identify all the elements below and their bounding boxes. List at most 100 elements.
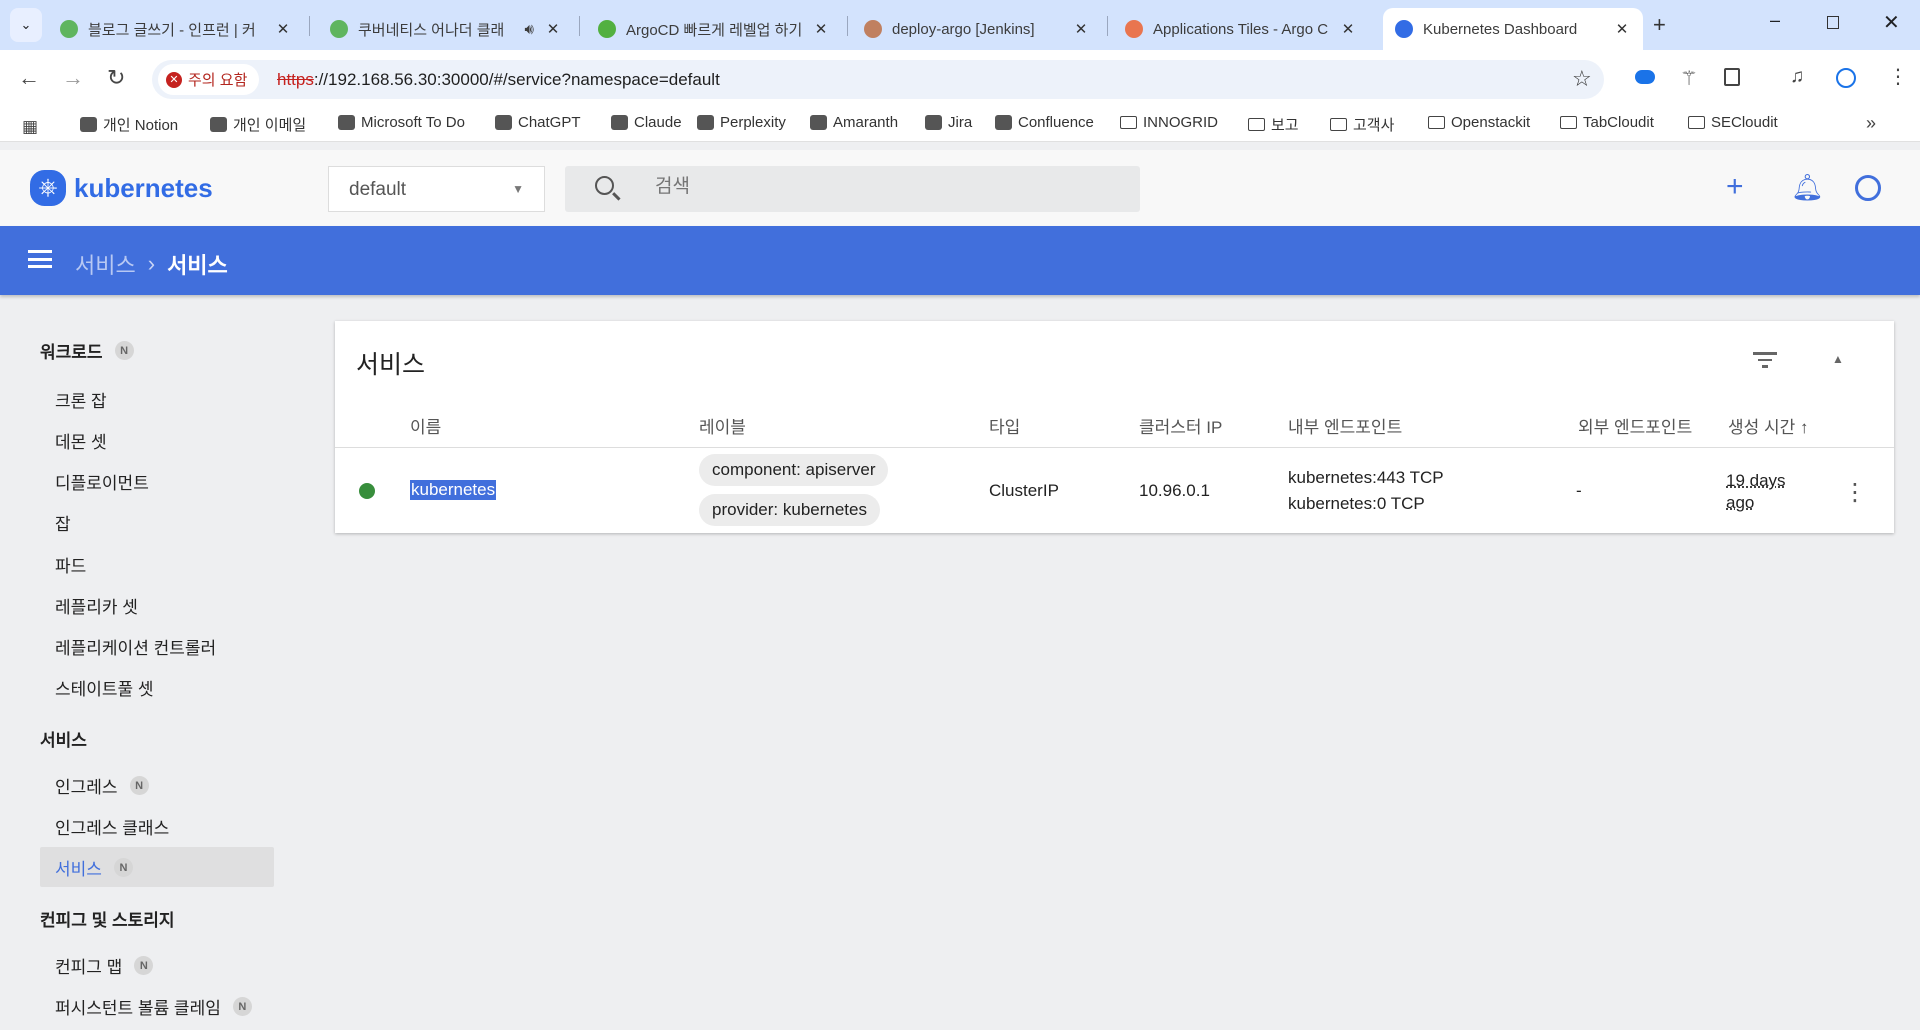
bookmark-item[interactable]: Confluence [995, 114, 1094, 131]
bookmark-star-icon[interactable]: ☆ [1572, 66, 1592, 92]
bookmark-item[interactable]: 고객사 [1330, 114, 1394, 135]
bookmark-item[interactable]: Amaranth [810, 114, 898, 131]
more-bookmarks-icon[interactable]: » [1866, 113, 1876, 134]
sidebar-item-ingressclasses[interactable]: 인그레스 클래스 [55, 814, 169, 839]
close-window-button[interactable]: ✕ [1883, 10, 1900, 35]
external-endpoints: - [1576, 481, 1582, 500]
bookmark-item[interactable]: SECloudit [1688, 114, 1778, 131]
browser-tab[interactable]: ArgoCD 빠르게 레벨업 하기 ✕ [586, 8, 842, 50]
sidebar-item-replicationcontrollers[interactable]: 레플리케이션 컨트롤러 [55, 634, 216, 659]
column-header-labels: 레이블 [699, 418, 746, 437]
folder-icon [1688, 116, 1705, 129]
bookmark-item[interactable]: INNOGRID [1120, 114, 1218, 131]
column-header-created[interactable]: 생성 시간 ↑ [1728, 413, 1809, 438]
inflearn-icon [330, 20, 348, 38]
internal-endpoint: kubernetes:443 TCP [1288, 468, 1444, 487]
close-tab-icon[interactable]: ✕ [1613, 20, 1631, 38]
tab-title: Applications Tiles - Argo CD [1153, 20, 1329, 38]
profile-icon[interactable] [1836, 68, 1856, 88]
item-label: 인그레스 [55, 778, 118, 797]
sidebar-group-config-storage[interactable]: 컨피그 및 스토리지 [40, 906, 175, 931]
sidebar-item-pvcs[interactable]: 퍼시스턴트 볼륨 클레임 N [55, 994, 252, 1019]
search-input[interactable] [655, 176, 1105, 198]
kubernetes-icon [1395, 20, 1413, 38]
sidebar-group-service[interactable]: 서비스 [40, 726, 87, 751]
folder-icon [1248, 118, 1265, 131]
group-title: 컨피그 및 스토리지 [40, 911, 175, 930]
new-badge: N [129, 776, 149, 795]
bookmark-item[interactable]: Claude [611, 114, 682, 131]
tab-title: 블로그 글쓰기 - 인프런 | 커 [88, 21, 256, 39]
close-tab-icon[interactable]: ✕ [274, 20, 292, 38]
tab-title: ArgoCD 빠르게 레벨업 하기 [626, 21, 802, 39]
close-tab-icon[interactable]: ✕ [1072, 20, 1090, 38]
search-box[interactable] [565, 166, 1140, 212]
kubernetes-wheel-icon: ⎈ [30, 170, 66, 206]
breadcrumb-link[interactable]: 서비스 [75, 248, 136, 280]
sidebar-item-pods[interactable]: 파드 [55, 552, 86, 577]
audio-icon[interactable]: 🔊︎ [525, 21, 534, 38]
restore-button[interactable] [1827, 16, 1839, 29]
bookmark-item[interactable]: 개인 Notion [80, 114, 178, 135]
apps-grid-icon[interactable]: ▦ [22, 117, 38, 137]
namespace-select[interactable]: default ▼ [328, 166, 545, 212]
close-tab-icon[interactable]: ✕ [812, 20, 830, 38]
hamburger-menu-icon[interactable] [28, 250, 52, 268]
tab-search-button[interactable]: ⌄ [10, 8, 42, 42]
kubernetes-logo[interactable]: ⎈ kubernetes [30, 170, 213, 206]
close-tab-icon[interactable]: ✕ [1339, 20, 1357, 38]
new-tab-button[interactable]: + [1653, 12, 1666, 38]
tab-separator [847, 16, 848, 36]
browser-tab[interactable]: Kubernetes Dashboard ✕ [1383, 8, 1643, 50]
create-plus-icon[interactable]: + [1726, 170, 1744, 204]
row-actions-menu-icon[interactable]: ⋮ [1843, 478, 1867, 507]
new-badge: N [232, 997, 252, 1016]
cloud-extension-icon[interactable] [1635, 70, 1655, 84]
user-account-icon[interactable] [1855, 175, 1881, 201]
bookmark-item[interactable]: ChatGPT [495, 114, 581, 131]
bookmark-item[interactable]: Perplexity [697, 114, 786, 131]
close-tab-icon[interactable]: ✕ [544, 20, 562, 38]
browser-tab[interactable]: 쿠버네티스 어나더 클래 🔊︎ ✕ [318, 8, 574, 50]
extensions-puzzle-icon[interactable] [1724, 68, 1740, 86]
item-label: 데몬 셋 [55, 433, 107, 452]
extension-icon[interactable]: ⚚ [1680, 66, 1698, 91]
bookmark-label: Claude [634, 114, 682, 131]
sidebar-item-daemonsets[interactable]: 데몬 셋 [55, 428, 107, 453]
sidebar-item-ingresses[interactable]: 인그레스 N [55, 773, 149, 798]
menu-icon[interactable]: ⋮ [1888, 64, 1908, 89]
filter-icon[interactable] [1753, 352, 1777, 368]
created-age: 19 days ago [1726, 471, 1786, 512]
media-control-icon[interactable]: ♫ [1790, 66, 1804, 88]
column-header-name[interactable]: 이름 [410, 413, 441, 438]
sidebar-item-configmaps[interactable]: 컨피그 맵 N [55, 953, 154, 978]
browser-tab[interactable]: Applications Tiles - Argo CD ✕ [1113, 8, 1369, 50]
sidebar-item-deployments[interactable]: 디플로이먼트 [55, 469, 149, 494]
browser-tab[interactable]: deploy-argo [Jenkins] ✕ [852, 8, 1102, 50]
forward-icon[interactable]: → [62, 66, 84, 90]
sidebar-group-workloads[interactable]: 워크로드 N [40, 338, 134, 363]
bookmark-item[interactable]: Jira [925, 114, 972, 131]
bookmark-item[interactable]: 개인 이메일 [210, 114, 306, 135]
sidebar-item-statefulsets[interactable]: 스테이트풀 셋 [55, 675, 154, 700]
bookmark-item[interactable]: TabCloudit [1560, 114, 1654, 131]
reload-icon[interactable]: ↻ [107, 66, 125, 90]
sidebar-item-jobs[interactable]: 잡 [55, 510, 71, 535]
service-name-link[interactable]: kubernetes [410, 480, 497, 500]
url-text[interactable]: https://192.168.56.30:30000/#/service?na… [277, 70, 720, 90]
bookmark-item[interactable]: Microsoft To Do [338, 114, 465, 131]
internal-endpoint: kubernetes:0 TCP [1288, 494, 1425, 513]
browser-tab[interactable]: 블로그 글쓰기 - 인프런 | 커 ✕ [48, 8, 304, 50]
bookmark-item[interactable]: 보고 [1248, 114, 1299, 135]
notifications-bell-icon[interactable]: 🔔︎ [1791, 172, 1824, 203]
tab-title: 쿠버네티스 어나더 클래 [358, 21, 505, 39]
collapse-arrow-icon[interactable]: ▲ [1832, 352, 1844, 366]
sidebar-item-cronjobs[interactable]: 크론 잡 [55, 387, 107, 412]
security-warning-chip[interactable]: ✕ 주의 요함 [158, 64, 260, 95]
sidebar-item-replicasets[interactable]: 레플리카 셋 [55, 593, 138, 618]
minimize-button[interactable]: – [1770, 10, 1780, 31]
back-icon[interactable]: ← [18, 66, 40, 90]
bookmark-item[interactable]: Openstackit [1428, 114, 1530, 131]
tab-separator [309, 16, 310, 36]
sidebar-item-services[interactable]: 서비스 N [55, 855, 133, 880]
